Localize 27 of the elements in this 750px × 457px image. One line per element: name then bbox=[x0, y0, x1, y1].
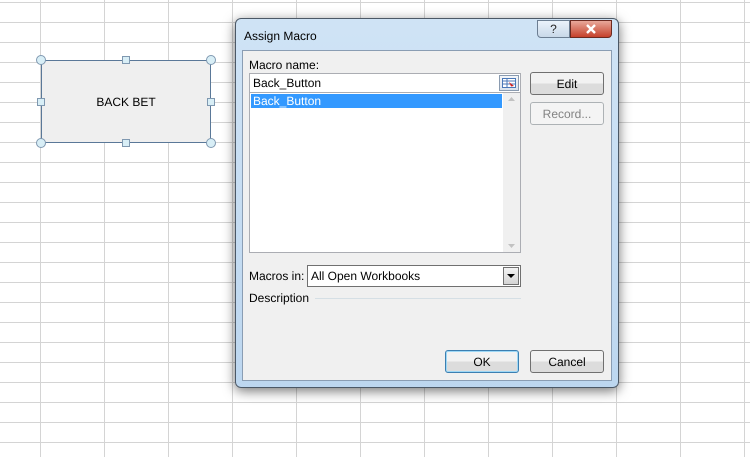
scroll-up-icon bbox=[508, 97, 515, 101]
field-label: Macro name: bbox=[249, 58, 320, 72]
resize-handle[interactable] bbox=[206, 138, 216, 148]
macros-in-dropdown[interactable]: All Open Workbooks bbox=[307, 265, 521, 287]
window-title: Assign Macro bbox=[244, 29, 317, 43]
dropdown-arrow-icon bbox=[507, 274, 515, 278]
resize-handle[interactable] bbox=[122, 139, 130, 147]
ok-button[interactable]: OK bbox=[445, 350, 519, 373]
collapse-dialog-button[interactable] bbox=[499, 75, 519, 91]
resize-handle[interactable] bbox=[122, 56, 130, 64]
description-label: Description bbox=[249, 291, 310, 305]
close-button[interactable] bbox=[570, 20, 612, 38]
scrollbar[interactable] bbox=[503, 93, 520, 252]
resize-handle[interactable] bbox=[37, 98, 45, 106]
cancel-button[interactable]: Cancel bbox=[530, 350, 604, 373]
resize-handle[interactable] bbox=[36, 138, 46, 148]
resize-handle[interactable] bbox=[206, 55, 216, 65]
resize-handle[interactable] bbox=[207, 98, 215, 106]
range-select-icon bbox=[502, 78, 516, 88]
field-label: Macros in: bbox=[249, 269, 306, 283]
close-icon bbox=[585, 24, 597, 34]
scroll-down-icon bbox=[508, 244, 515, 248]
help-button[interactable]: ? bbox=[537, 20, 570, 38]
shape-button[interactable]: BACK BET bbox=[41, 60, 211, 143]
macro-name-field[interactable]: Back_Button bbox=[249, 73, 521, 93]
resize-handle[interactable] bbox=[36, 55, 46, 65]
edit-button[interactable]: Edit bbox=[530, 72, 604, 95]
